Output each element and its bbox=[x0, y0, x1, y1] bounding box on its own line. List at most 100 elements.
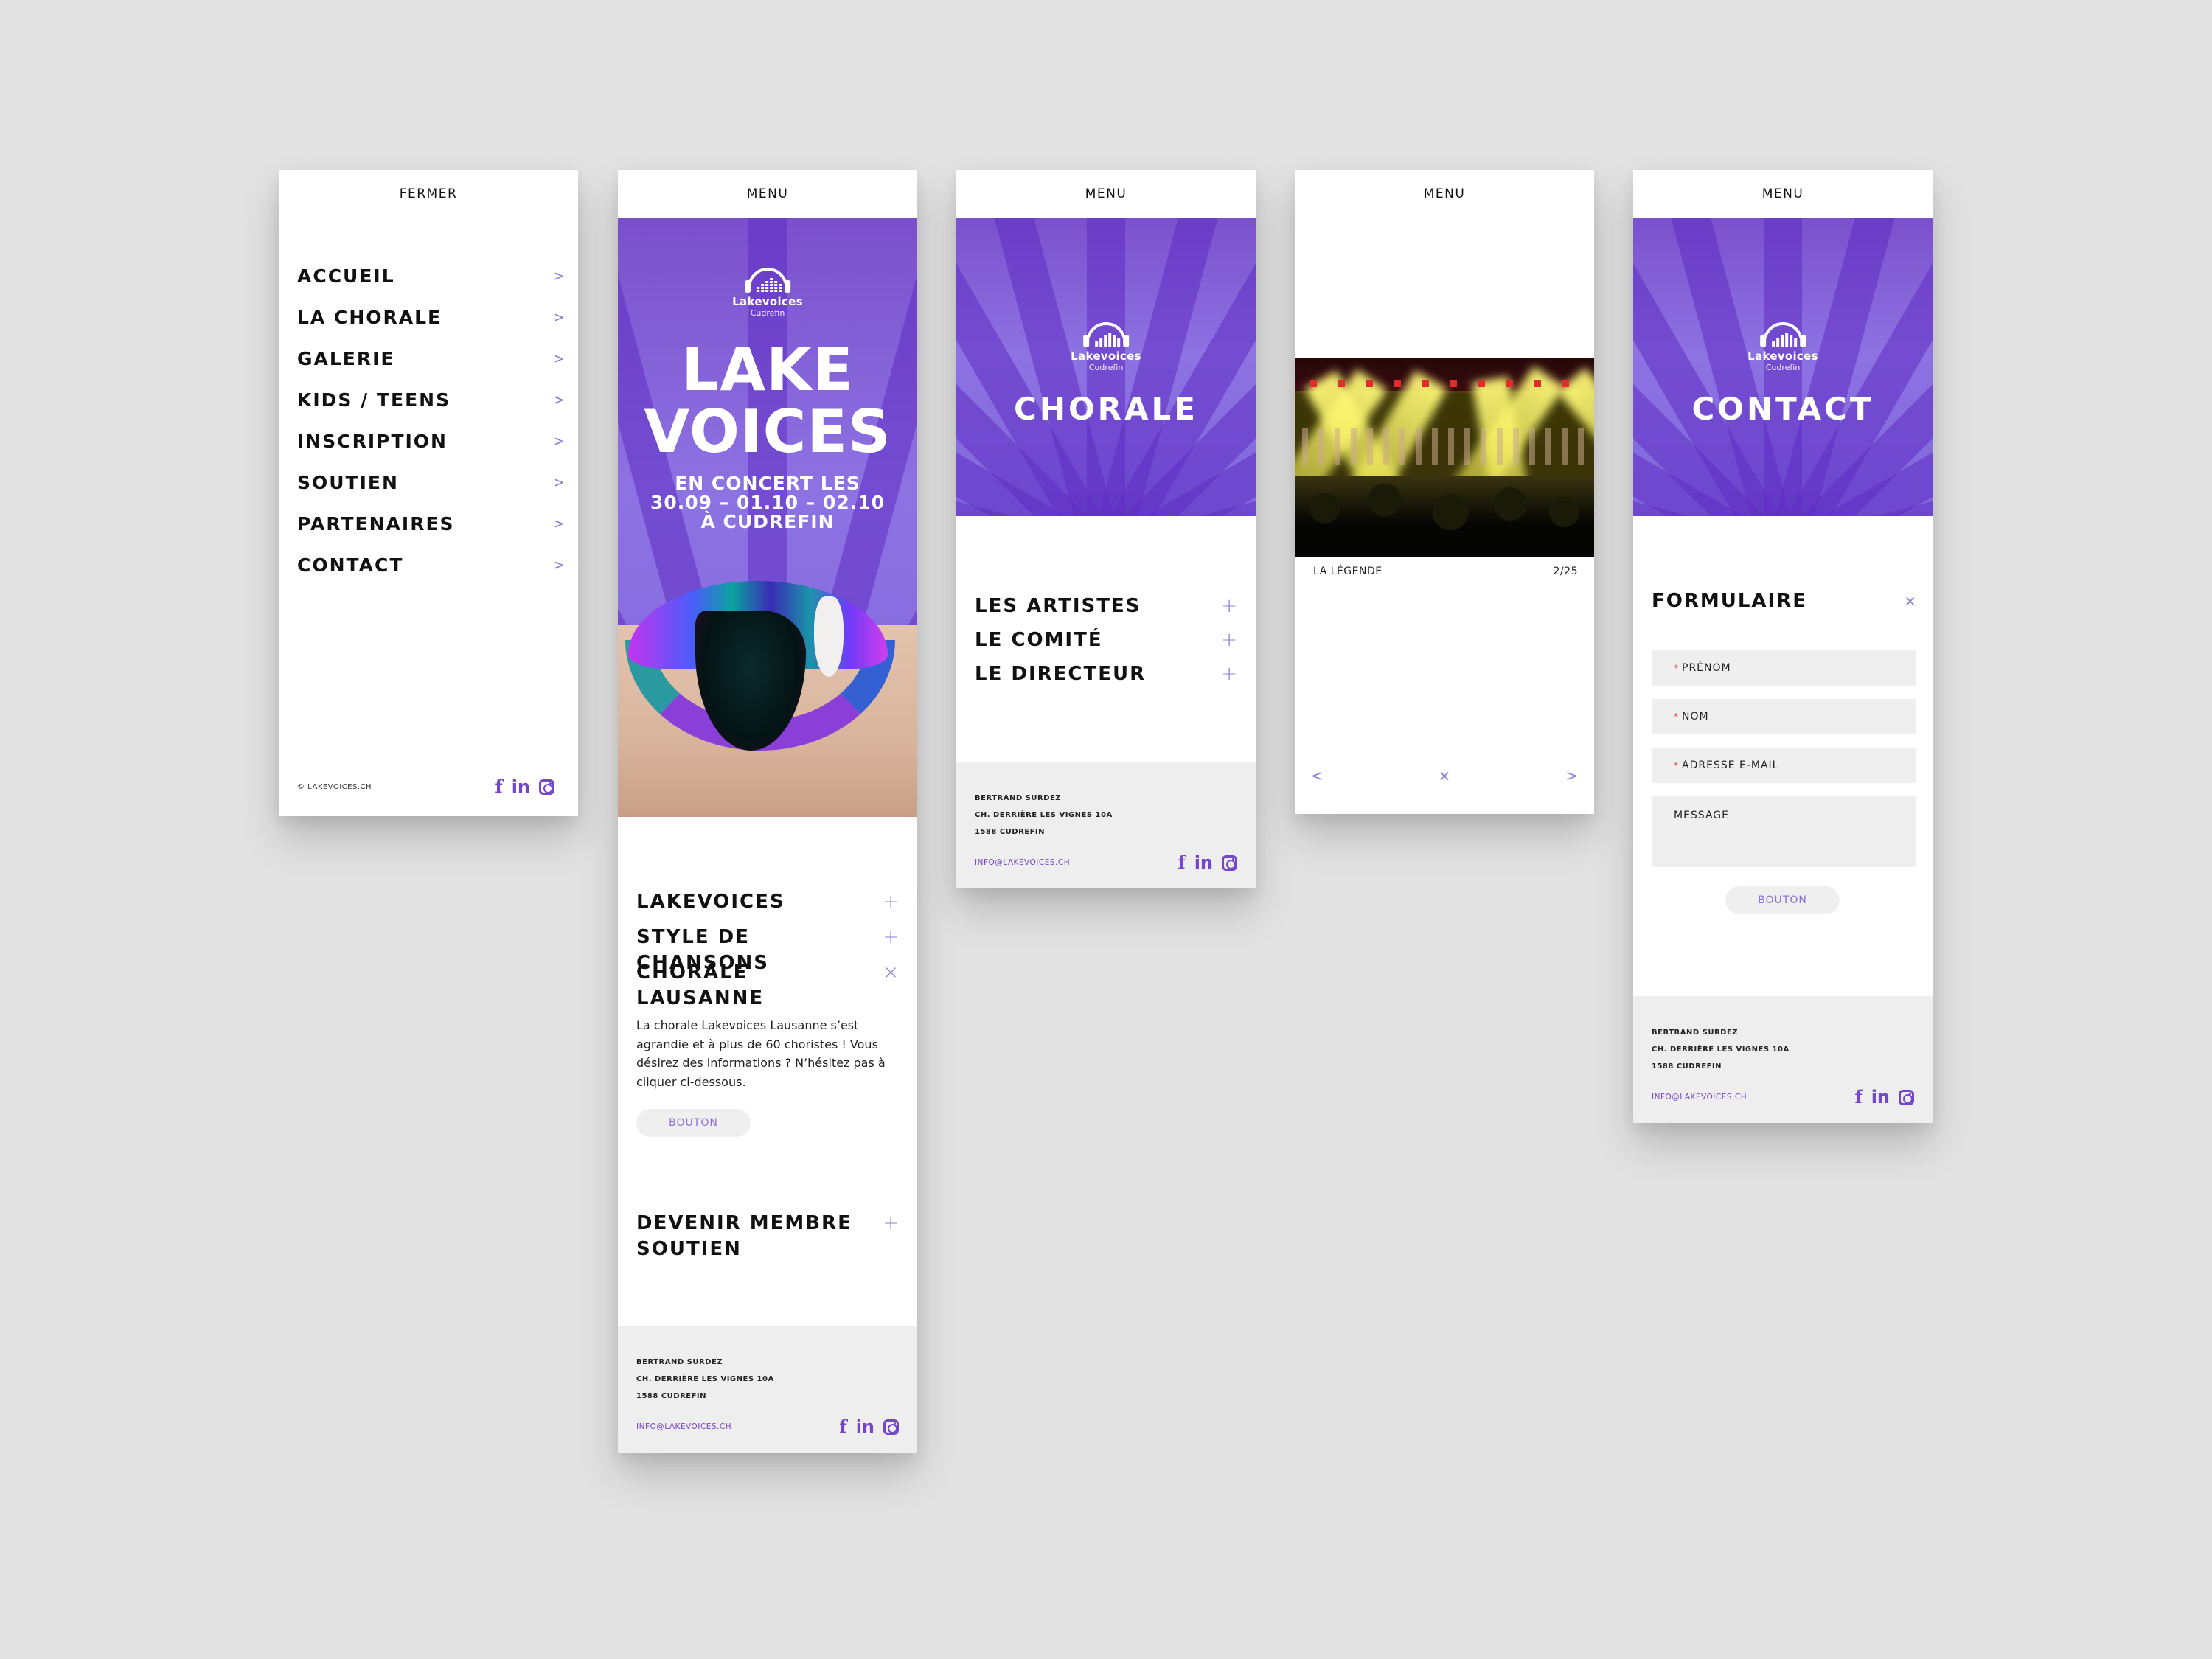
hero-title-line2: VOICES bbox=[644, 397, 891, 466]
close-icon[interactable]: × bbox=[1439, 767, 1451, 785]
instagram-icon[interactable] bbox=[539, 779, 554, 795]
accordion-label-line: SOUTIEN bbox=[636, 1238, 742, 1261]
facebook-icon[interactable]: f bbox=[495, 778, 502, 796]
facebook-icon[interactable]: f bbox=[1854, 1088, 1862, 1106]
accordion-label: DEVENIR MEMBRE SOUTIEN bbox=[636, 1211, 852, 1262]
accordion: LES ARTISTES + LE COMITÉ + LE DIRECTEUR … bbox=[956, 594, 1256, 695]
plus-icon: + bbox=[1221, 629, 1237, 651]
contact-screen: MENU Lakevoices Cudrefin CONTACT FORMULA… bbox=[1633, 170, 1933, 1123]
menu-button[interactable]: MENU bbox=[618, 170, 917, 218]
linkedin-icon[interactable]: in bbox=[1871, 1088, 1890, 1106]
nav-item-contact[interactable]: CONTACT > bbox=[297, 544, 563, 585]
photo-counter: 2/25 bbox=[1553, 566, 1578, 577]
photo-caption-row: LA LÉGENDE 2/25 bbox=[1313, 566, 1578, 577]
field-placeholder: PRÉNOM bbox=[1682, 662, 1731, 674]
footer-street: CH. DERRIÈRE LES VIGNES 10A bbox=[636, 1375, 774, 1383]
gallery-screen: MENU LA LÉGENDE 2/25 < × > bbox=[1295, 170, 1594, 814]
form-header: FORMULAIRE × bbox=[1652, 590, 1916, 612]
hero-banner: Lakevoices Cudrefin CHORALE bbox=[956, 218, 1256, 516]
nav-item-kids-teens[interactable]: KIDS / TEENS > bbox=[297, 379, 563, 420]
nav-item-accueil[interactable]: ACCUEIL > bbox=[297, 255, 563, 296]
instagram-icon[interactable] bbox=[883, 1419, 899, 1435]
photo-caption: LA LÉGENDE bbox=[1313, 566, 1382, 577]
lakevoices-logo[interactable]: Lakevoices Cudrefin bbox=[1071, 322, 1141, 372]
menu-button[interactable]: MENU bbox=[1633, 170, 1933, 218]
nav-item-partenaires[interactable]: PARTENAIRES > bbox=[297, 503, 563, 544]
message-field[interactable]: MESSAGE bbox=[1652, 796, 1916, 867]
hero-subtitle: EN CONCERT LES 30.09 – 01.10 – 02.10 À C… bbox=[618, 474, 917, 532]
chorale-screen: MENU Lakevoices Cudrefin CHORALE LES ART… bbox=[956, 170, 1256, 888]
cta-button[interactable]: BOUTON bbox=[636, 1109, 751, 1138]
main-nav: ACCUEIL > LA CHORALE > GALERIE > KIDS / … bbox=[297, 255, 563, 585]
required-asterisk: * bbox=[1674, 760, 1679, 771]
first-name-field[interactable]: * PRÉNOM bbox=[1652, 650, 1916, 686]
site-footer: BERTRAND SURDEZ CH. DERRIÈRE LES VIGNES … bbox=[956, 762, 1256, 888]
nav-label: LA CHORALE bbox=[297, 306, 442, 328]
linkedin-icon[interactable]: in bbox=[856, 1418, 874, 1436]
footer-email-link[interactable]: INFO@LAKEVOICES.CH bbox=[1652, 1093, 1747, 1102]
required-asterisk: * bbox=[1674, 712, 1679, 722]
accordion-item-style-de-chansons[interactable]: STYLE DE CHANSONS + bbox=[636, 925, 899, 974]
form-title: FORMULAIRE bbox=[1652, 590, 1808, 612]
menu-button[interactable]: MENU bbox=[1295, 170, 1594, 218]
nav-label: INSCRIPTION bbox=[297, 430, 448, 452]
lakevoices-logo[interactable]: Lakevoices Cudrefin bbox=[1747, 322, 1818, 372]
gallery-photo-concert[interactable] bbox=[1295, 358, 1594, 557]
menu-screen: FERMER ACCUEIL > LA CHORALE > GALERIE > … bbox=[279, 170, 578, 816]
linkedin-icon[interactable]: in bbox=[1194, 854, 1213, 872]
accordion-label: CHORALE LAUSANNE bbox=[636, 961, 765, 1010]
chevron-right-icon: > bbox=[554, 432, 563, 450]
social-links: f in bbox=[495, 778, 554, 796]
chevron-right-icon[interactable]: > bbox=[1565, 767, 1578, 785]
facebook-icon[interactable]: f bbox=[1178, 854, 1185, 872]
logo-sub: Cudrefin bbox=[750, 308, 785, 318]
footer-email-link[interactable]: INFO@LAKEVOICES.CH bbox=[975, 858, 1070, 867]
footer-name: BERTRAND SURDEZ bbox=[636, 1358, 723, 1366]
nav-label: ACCUEIL bbox=[297, 265, 395, 287]
chevron-left-icon[interactable]: < bbox=[1311, 767, 1324, 785]
logo-name: Lakevoices bbox=[1747, 349, 1818, 363]
nav-item-galerie[interactable]: GALERIE > bbox=[297, 338, 563, 379]
plus-icon: + bbox=[883, 1212, 899, 1235]
accordion-item-le-directeur[interactable]: LE DIRECTEUR + bbox=[975, 661, 1237, 695]
close-icon[interactable]: × bbox=[1904, 592, 1916, 610]
hero-banner: Lakevoices Cudrefin LAKE VOICES EN CONCE… bbox=[618, 218, 917, 817]
linkedin-icon[interactable]: in bbox=[512, 778, 530, 796]
hero-sub-line: EN CONCERT LES bbox=[675, 473, 860, 494]
menu-button[interactable]: MENU bbox=[956, 170, 1256, 218]
copyright: © LAKEVOICES.CH bbox=[297, 782, 372, 791]
nav-item-la-chorale[interactable]: LA CHORALE > bbox=[297, 296, 563, 338]
hero-sub-line: 30.09 – 01.10 – 02.10 bbox=[650, 492, 886, 513]
last-name-field[interactable]: * NOM bbox=[1652, 699, 1916, 734]
accordion-item-les-artistes[interactable]: LES ARTISTES + bbox=[975, 594, 1237, 627]
close-menu-button[interactable]: FERMER bbox=[279, 170, 578, 218]
nav-item-soutien[interactable]: SOUTIEN > bbox=[297, 462, 563, 503]
home-screen: MENU Lakevoices Cudrefin LAKE VOICES EN … bbox=[618, 170, 917, 1453]
accordion-label-line: DEVENIR MEMBRE bbox=[636, 1212, 852, 1235]
accordion-label: LES ARTISTES bbox=[975, 595, 1141, 617]
instagram-icon[interactable] bbox=[1899, 1089, 1914, 1105]
email-field[interactable]: * ADRESSE E-MAIL bbox=[1652, 748, 1916, 783]
chevron-right-icon: > bbox=[554, 308, 563, 326]
accordion-item-chorale-lausanne[interactable]: CHORALE LAUSANNE × bbox=[636, 960, 899, 1009]
social-links: f in bbox=[839, 1418, 899, 1436]
facebook-icon[interactable]: f bbox=[839, 1418, 846, 1436]
field-placeholder: MESSAGE bbox=[1674, 810, 1729, 821]
social-links: f in bbox=[1854, 1088, 1914, 1106]
gallery-nav: < × > bbox=[1311, 767, 1578, 785]
hero-banner: Lakevoices Cudrefin CONTACT bbox=[1633, 218, 1933, 516]
instagram-icon[interactable] bbox=[1222, 855, 1237, 871]
headphones-logo-icon bbox=[1083, 322, 1129, 347]
chevron-right-icon: > bbox=[554, 556, 563, 574]
headphones-logo-icon bbox=[1760, 322, 1806, 347]
chevron-right-icon: > bbox=[554, 267, 563, 285]
nav-label: GALERIE bbox=[297, 347, 395, 369]
nav-label: SOUTIEN bbox=[297, 471, 399, 493]
submit-button[interactable]: BOUTON bbox=[1725, 886, 1840, 914]
nav-item-inscription[interactable]: INSCRIPTION > bbox=[297, 420, 563, 462]
accordion-item-lakevoices[interactable]: LAKEVOICES + bbox=[636, 889, 899, 925]
accordion-item-devenir-membre-soutien[interactable]: DEVENIR MEMBRE SOUTIEN + bbox=[636, 1211, 899, 1262]
footer-email-link[interactable]: INFO@LAKEVOICES.CH bbox=[636, 1422, 731, 1431]
accordion-item-le-comite[interactable]: LE COMITÉ + bbox=[975, 627, 1237, 661]
lakevoices-logo[interactable]: Lakevoices Cudrefin bbox=[732, 268, 803, 318]
